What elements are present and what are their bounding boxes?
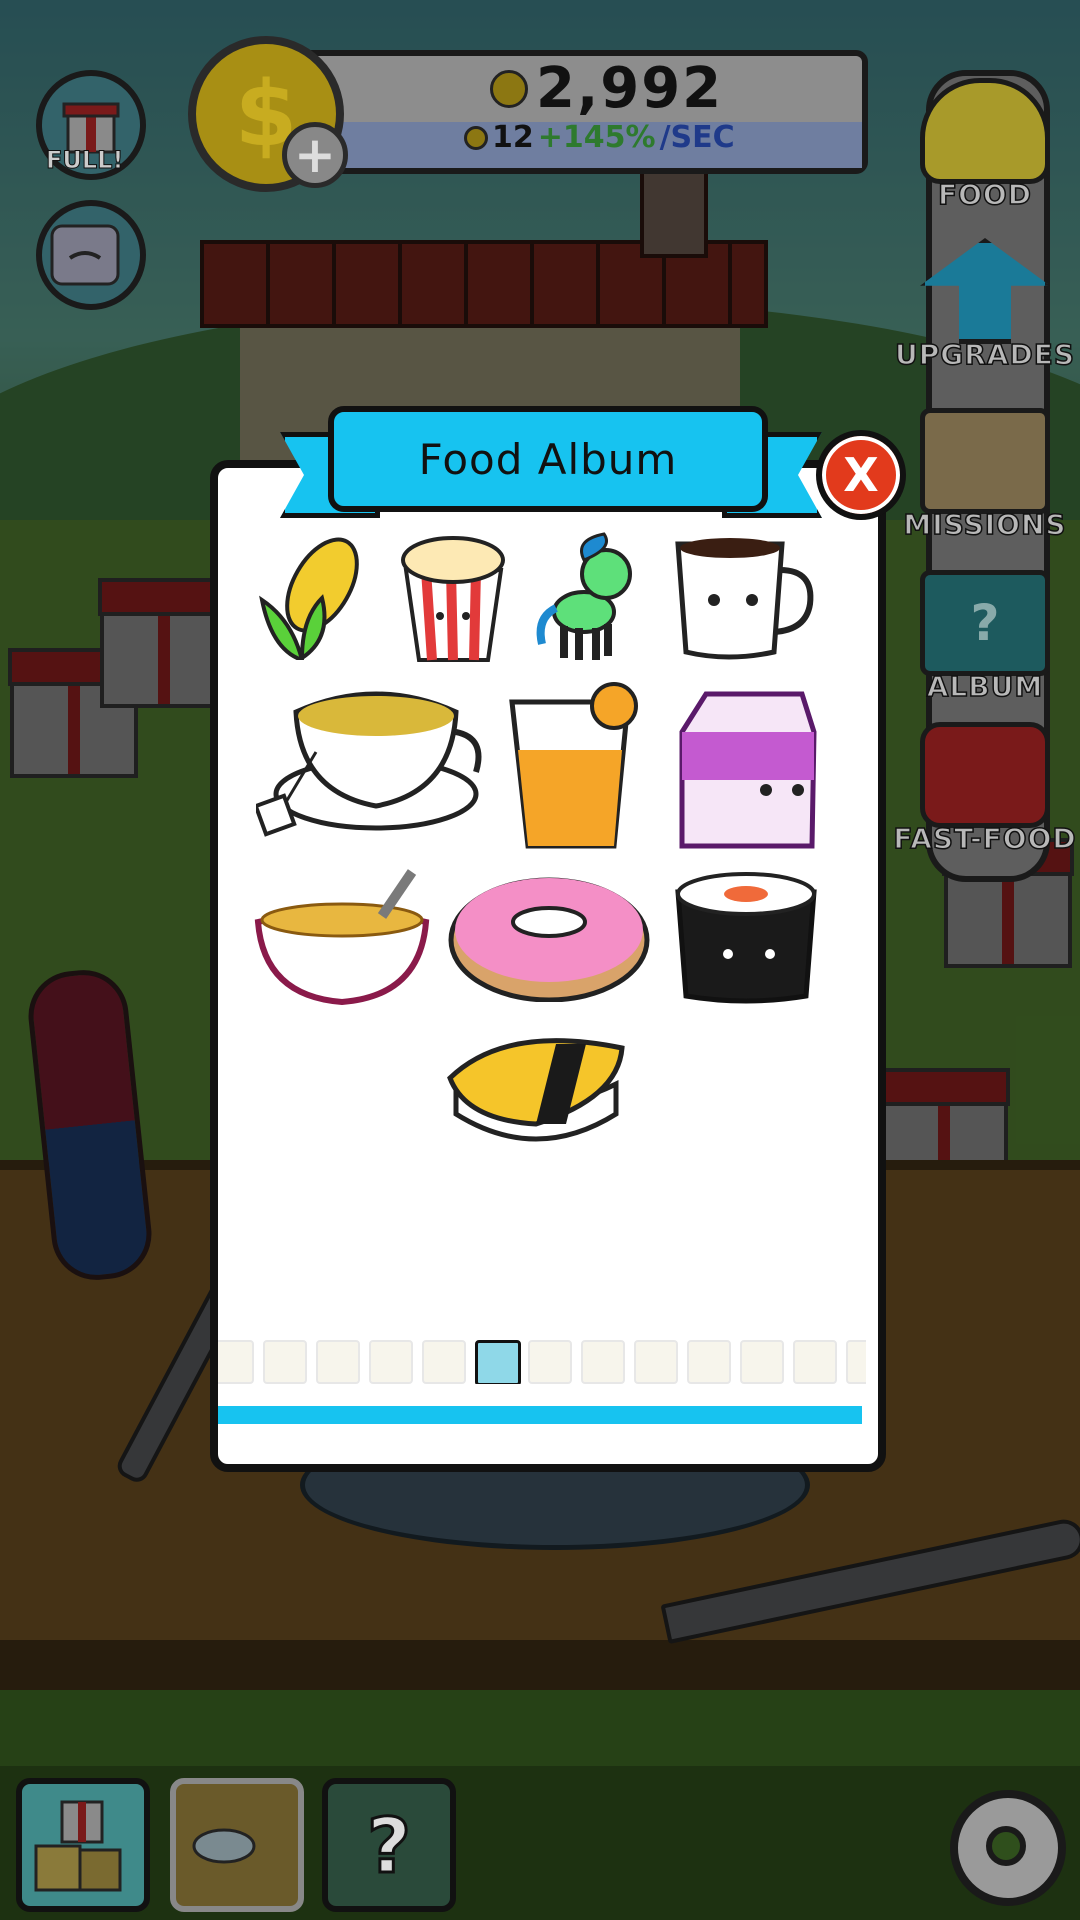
- side-menu-fast-food[interactable]: FAST-FOOD: [890, 722, 1080, 856]
- donut-icon[interactable]: [446, 870, 652, 1002]
- coin-icon: [490, 69, 528, 108]
- side-menu-label: ALBUM: [926, 669, 1044, 704]
- table-scene-button[interactable]: [170, 1778, 304, 1912]
- clipboard-icon: [920, 408, 1050, 514]
- creature-button[interactable]: [36, 200, 146, 310]
- album-page-thumb[interactable]: [218, 1340, 254, 1384]
- album-progress-bar: [218, 1406, 862, 1424]
- add-coins-button[interactable]: +: [282, 122, 348, 188]
- svg-text:?: ?: [367, 1801, 411, 1890]
- side-menu-upgrades[interactable]: UPGRADES: [890, 238, 1080, 372]
- upgrade-arrow-icon: [920, 238, 1050, 344]
- tamago-nigiri-icon[interactable]: [446, 1024, 626, 1154]
- album-page-thumb[interactable]: [316, 1340, 360, 1384]
- coin-total-value: 2,992: [536, 56, 724, 121]
- side-menu-album[interactable]: ? ALBUM: [890, 570, 1080, 704]
- album-page-thumb[interactable]: [846, 1340, 866, 1384]
- corn-icon[interactable]: [252, 530, 372, 660]
- modal-title-ribbon: Food Album: [328, 406, 768, 512]
- side-menu-label: FAST-FOOD: [893, 821, 1077, 856]
- settings-gear-icon[interactable]: [950, 1790, 1066, 1906]
- fast-food-truck-icon: [920, 722, 1050, 828]
- rate-unit: /SEC: [659, 120, 735, 155]
- grumpy-face-icon: [50, 224, 120, 286]
- unicorn-icon[interactable]: [534, 530, 644, 665]
- coin-icon: [464, 125, 488, 150]
- orange-juice-icon[interactable]: [508, 680, 648, 850]
- gift-full-label: FULL!: [45, 146, 124, 175]
- modal-title: Food Album: [418, 434, 678, 484]
- album-page-strip: [218, 1340, 866, 1384]
- coffee-cup-icon[interactable]: [670, 530, 820, 665]
- album-page-thumb[interactable]: [263, 1340, 307, 1384]
- popcorn-icon[interactable]: [396, 530, 511, 665]
- gift-crates-button[interactable]: [16, 1778, 150, 1912]
- side-menu-food[interactable]: FOOD: [890, 78, 1080, 212]
- album-page-thumb[interactable]: [475, 1340, 521, 1384]
- album-page-thumb[interactable]: [528, 1340, 572, 1384]
- album-page-thumb[interactable]: [793, 1340, 837, 1384]
- album-page-thumb[interactable]: [422, 1340, 466, 1384]
- album-page-thumb[interactable]: [581, 1340, 625, 1384]
- gift-crates-icon: [34, 1800, 122, 1892]
- side-menu-label: MISSIONS: [903, 507, 1067, 542]
- cereal-bowl-icon[interactable]: [254, 866, 430, 1006]
- album-page-thumb[interactable]: [740, 1340, 784, 1384]
- taco-icon: [920, 78, 1050, 184]
- album-page-thumb[interactable]: [369, 1340, 413, 1384]
- milk-carton-icon[interactable]: [672, 680, 822, 850]
- tea-cup-icon[interactable]: [256, 682, 484, 852]
- income-rate: 12 +145% /SEC: [464, 120, 735, 155]
- rate-amount: 12: [492, 120, 534, 155]
- rate-percent: +145%: [537, 120, 656, 155]
- side-menu-missions[interactable]: MISSIONS: [890, 408, 1080, 542]
- album-page-thumb[interactable]: [634, 1340, 678, 1384]
- coin-total: 2,992: [490, 56, 723, 121]
- mystery-button[interactable]: ?: [322, 1778, 456, 1912]
- close-button[interactable]: X: [816, 430, 906, 520]
- album-book-icon: ?: [920, 570, 1050, 676]
- side-menu-label: FOOD: [937, 177, 1032, 212]
- album-page-thumb[interactable]: [687, 1340, 731, 1384]
- mystery-question-icon: ?: [365, 1800, 412, 1892]
- table-scene-icon: [192, 1828, 256, 1864]
- sushi-roll-icon[interactable]: [672, 870, 820, 1006]
